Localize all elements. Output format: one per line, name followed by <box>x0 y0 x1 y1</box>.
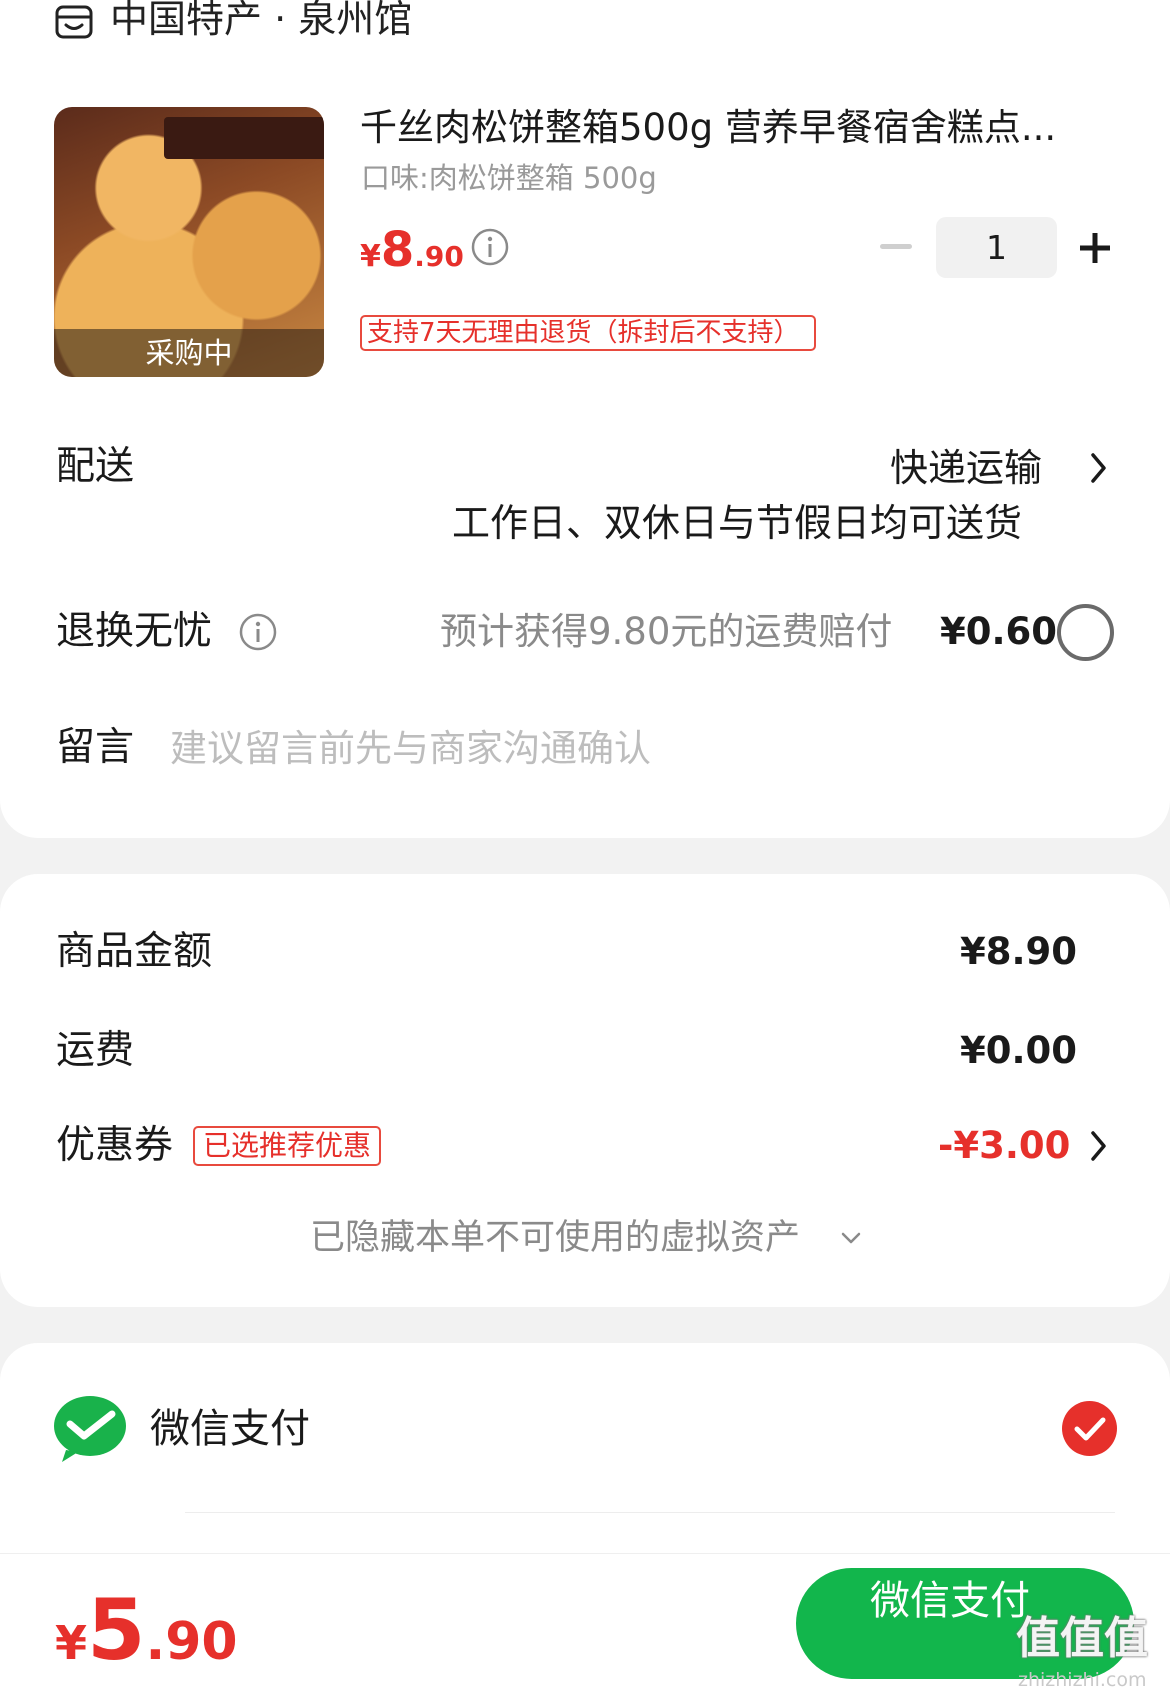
total-integer: 5 <box>87 1581 146 1679</box>
chevron-right-icon[interactable] <box>1088 1129 1110 1163</box>
info-icon[interactable] <box>470 227 510 267</box>
price-integer: 8 <box>380 222 415 278</box>
wechat-pay-icon <box>54 1396 126 1462</box>
product-image[interactable]: 采购中 <box>54 107 324 377</box>
chevron-right-icon[interactable] <box>1088 451 1110 485</box>
price-currency: ¥ <box>360 239 381 274</box>
message-label: 留言 <box>56 725 135 770</box>
pay-button-label: 微信支付 <box>870 1578 1030 1624</box>
purchasing-badge: 采购中 <box>54 329 324 377</box>
shop-icon <box>55 5 93 39</box>
delivery-method[interactable]: 快递运输 <box>890 442 1042 494</box>
order-card: 中国特产 · 泉州馆 采购中 千丝肉松饼整箱500g 营养早餐宿舍糕点... 口… <box>0 0 1170 838</box>
price-decimal: .90 <box>414 240 464 273</box>
shipping-value: ¥0.00 <box>960 1029 1078 1072</box>
delivery-note: 工作日、双休日与节假日均可送货 <box>452 501 1023 545</box>
hidden-assets-toggle[interactable]: 已隐藏本单不可使用的虚拟资产 <box>310 1214 800 1262</box>
worry-free-label: 退换无忧 <box>56 609 213 654</box>
watermark-url: zhizhizhi.com <box>1018 1669 1147 1691</box>
coupon-value[interactable]: -¥3.00 <box>938 1120 1070 1172</box>
worry-free-price: ¥0.60 <box>940 610 1058 653</box>
message-input[interactable] <box>170 718 1070 778</box>
chevron-down-icon[interactable] <box>840 1231 862 1245</box>
check-icon[interactable] <box>1062 1401 1117 1456</box>
worry-free-description: 预计获得9.80元的运费赔付 <box>440 610 893 653</box>
return-policy-tag: 支持7天无理由退货（拆封后不支持） <box>360 315 816 351</box>
product-title[interactable]: 千丝肉松饼整箱500g 营养早餐宿舍糕点... <box>360 103 1115 153</box>
product-image-sign <box>164 117 324 159</box>
worry-free-radio[interactable] <box>1057 604 1114 661</box>
info-icon[interactable] <box>238 612 278 652</box>
watermark-logo: 值值值 <box>1016 1613 1148 1664</box>
shipping-label: 运费 <box>56 1028 135 1073</box>
product-spec[interactable]: 口味:肉松饼整箱 500g <box>361 158 657 198</box>
product-price: ¥8.90 <box>360 222 464 289</box>
total-currency: ¥ <box>55 1616 88 1670</box>
coupon-label: 优惠券 <box>56 1123 174 1168</box>
quantity-input[interactable]: 1 <box>936 217 1057 278</box>
wechat-pay-label[interactable]: 微信支付 <box>150 1402 310 1456</box>
delivery-label: 配送 <box>56 444 135 489</box>
subtotal-value: ¥8.90 <box>960 930 1078 973</box>
shop-name[interactable]: 中国特产 · 泉州馆 <box>110 0 412 44</box>
total-decimal: .90 <box>145 1612 238 1672</box>
quantity-plus-button[interactable] <box>1079 232 1111 264</box>
divider <box>185 1512 1115 1513</box>
total-price: ¥5.90 <box>55 1580 238 1700</box>
quantity-minus-button[interactable] <box>880 244 912 249</box>
coupon-tag[interactable]: 已选推荐优惠 <box>193 1126 382 1166</box>
subtotal-label: 商品金额 <box>56 929 213 974</box>
